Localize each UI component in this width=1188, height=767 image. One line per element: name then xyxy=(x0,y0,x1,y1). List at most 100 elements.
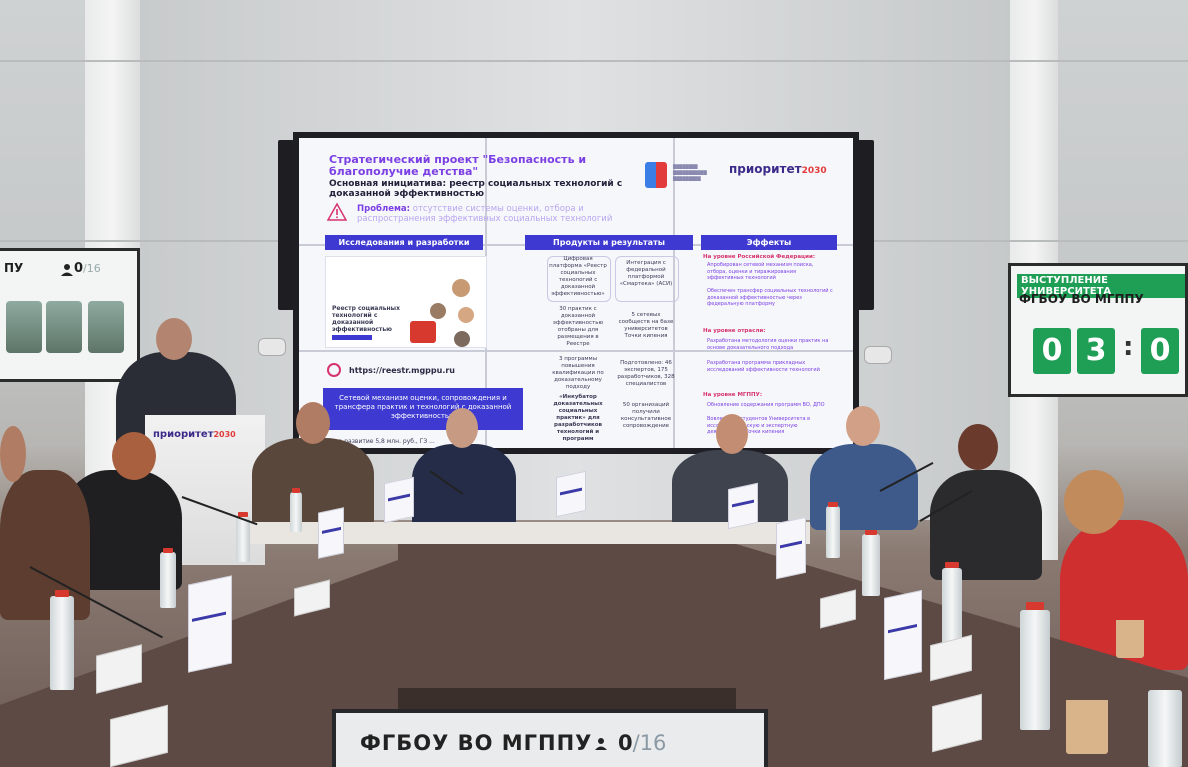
slide-problem: Проблема: отсутствие системы оценки, отб… xyxy=(357,204,617,224)
participant xyxy=(0,470,90,620)
speaker-name: ФГБОУ ВО МГППУ xyxy=(1019,292,1144,306)
timer-digit: 0 xyxy=(1033,328,1071,374)
effect-item: Апробирован сетевой механизм поиска, отб… xyxy=(707,262,814,281)
registry-label: Реестр социальных технологий с доказанно… xyxy=(332,305,400,333)
product-item-right: 5 сетевых сообществ на базе университето… xyxy=(618,312,674,339)
effect-item: Разработана программа прикладных исследо… xyxy=(707,360,820,373)
left-display: ПУ 0/16 xyxy=(0,248,140,382)
child-photo xyxy=(410,321,436,343)
participant-head xyxy=(846,406,880,446)
water-bottle xyxy=(236,516,250,562)
water-bottle xyxy=(862,534,880,596)
table-flag xyxy=(556,470,586,518)
water-bottle xyxy=(160,552,176,608)
water-bottle xyxy=(290,492,302,532)
podium-logo-text: приоритет xyxy=(153,429,214,440)
water-bottle xyxy=(1020,610,1050,730)
participant-head xyxy=(958,424,998,470)
participant-head xyxy=(296,402,330,444)
user-icon xyxy=(595,738,607,750)
wall-seam xyxy=(0,60,1188,62)
participant-head xyxy=(1064,470,1124,534)
table-flag xyxy=(776,516,806,580)
timer-digit: 0 xyxy=(1141,328,1179,374)
bottom-display-name: ФГБОУ ВО МГППУ xyxy=(360,731,593,755)
product-item-right: Интеграция с федеральной платформой «Сма… xyxy=(619,260,673,287)
product-item: 3 программы повышения квалификации по до… xyxy=(552,356,604,390)
right-display: ВЫСТУПЛЕНИЕ УНИВЕРСИТЕТА ФГБОУ ВО МГППУ … xyxy=(1008,263,1188,397)
left-count-value: 0 xyxy=(74,261,84,276)
child-photo xyxy=(458,307,474,323)
bottle-cap xyxy=(163,548,173,553)
product-item: «Инкубатор доказательных социальных прак… xyxy=(553,394,603,442)
registry-url: https://reestr.mgppu.ru xyxy=(349,366,455,375)
priority-logo-year: 2030 xyxy=(801,166,827,176)
priority-logo: приоритет2030 xyxy=(729,162,827,176)
table-flag xyxy=(318,507,344,559)
child-photo xyxy=(452,279,470,297)
bottle-cap xyxy=(1026,602,1044,610)
problem-label: Проблема: xyxy=(357,204,411,214)
product-item-right: Подготовлено: 46 экспертов, 175 разработ… xyxy=(617,360,675,387)
bottom-display-count: 0/16 xyxy=(618,731,666,755)
participant-head xyxy=(0,426,26,482)
slide-title: Стратегический проект "Безопасность и бл… xyxy=(329,153,587,178)
bottom-display: ФГБОУ ВО МГППУ 0/16 xyxy=(332,709,768,767)
effects-heading: На уровне отрасли: xyxy=(703,328,766,334)
left-display-name: ПУ xyxy=(4,261,24,275)
user-icon xyxy=(61,264,73,276)
bottom-count-value: 0 xyxy=(618,731,633,755)
bottom-count-total: /16 xyxy=(632,731,667,755)
product-item: Цифровая платформа «Реестр социальных те… xyxy=(549,256,607,297)
water-bottle xyxy=(942,568,962,648)
coffee-cup xyxy=(1066,700,1108,754)
left-count-total: /16 xyxy=(83,262,101,275)
bottle-cap xyxy=(55,590,69,597)
table-front-center xyxy=(398,544,736,700)
participant-photo xyxy=(88,301,124,353)
registry-card: Реестр социальных технологий с доказанно… xyxy=(325,256,487,348)
registry-button xyxy=(332,335,372,340)
child-photo xyxy=(454,331,470,347)
left-display-count: 0/16 xyxy=(74,261,101,276)
network-mechanism-box: Сетевой механизм оценки, сопровождения и… xyxy=(323,388,523,430)
university-logo-text: ████████ ███████████ █████████ xyxy=(673,164,707,181)
bottle-cap xyxy=(292,488,300,493)
column-header-research: Исследования и разработки xyxy=(325,235,483,250)
timer-digit: 3 xyxy=(1077,328,1115,374)
column-header-products: Продукты и результаты xyxy=(525,235,693,250)
child-photo xyxy=(430,303,446,319)
water-bottle xyxy=(826,506,840,558)
column-header-effects: Эффекты xyxy=(701,235,837,250)
speaker-left xyxy=(278,140,294,310)
university-logo-icon xyxy=(645,162,667,188)
effects-heading: На уровне Российской Федерации: xyxy=(703,254,816,260)
bottle-cap xyxy=(828,502,838,507)
product-item: 30 практик с доказанной эффективностью о… xyxy=(552,306,604,347)
participant xyxy=(412,444,516,530)
table-flag xyxy=(188,575,232,673)
effects-heading: На уровне МГППУ: xyxy=(703,392,763,398)
conference-room-photo: Стратегический проект "Безопасность и бл… xyxy=(0,0,1188,767)
effect-item: Обновление содержания программ ВО, ДПО xyxy=(707,402,825,408)
participant-photo xyxy=(6,301,42,353)
water-bottle xyxy=(1148,690,1182,767)
podium-logo-year: 2030 xyxy=(213,430,236,439)
effect-item: Обеспечен трансфер социальных технологий… xyxy=(707,288,833,307)
participant-photo xyxy=(46,301,82,353)
podium-logo: приоритет2030 xyxy=(153,429,236,440)
bottle-cap xyxy=(865,530,877,535)
bottle-cap xyxy=(945,562,959,568)
participant-head xyxy=(446,408,478,448)
globe-icon xyxy=(327,363,341,377)
security-camera xyxy=(864,346,892,364)
main-display: Стратегический проект "Безопасность и бл… xyxy=(293,132,859,454)
product-item-right: 50 организаций получили консультативное … xyxy=(620,402,672,429)
coffee-cup xyxy=(1116,620,1144,658)
participant xyxy=(252,438,374,528)
effect-item: Разработана методология оценки практик н… xyxy=(707,338,829,351)
water-bottle xyxy=(50,596,74,690)
priority-logo-text: приоритет xyxy=(729,162,802,176)
security-camera xyxy=(258,338,286,356)
timer-colon: : xyxy=(1123,332,1134,362)
